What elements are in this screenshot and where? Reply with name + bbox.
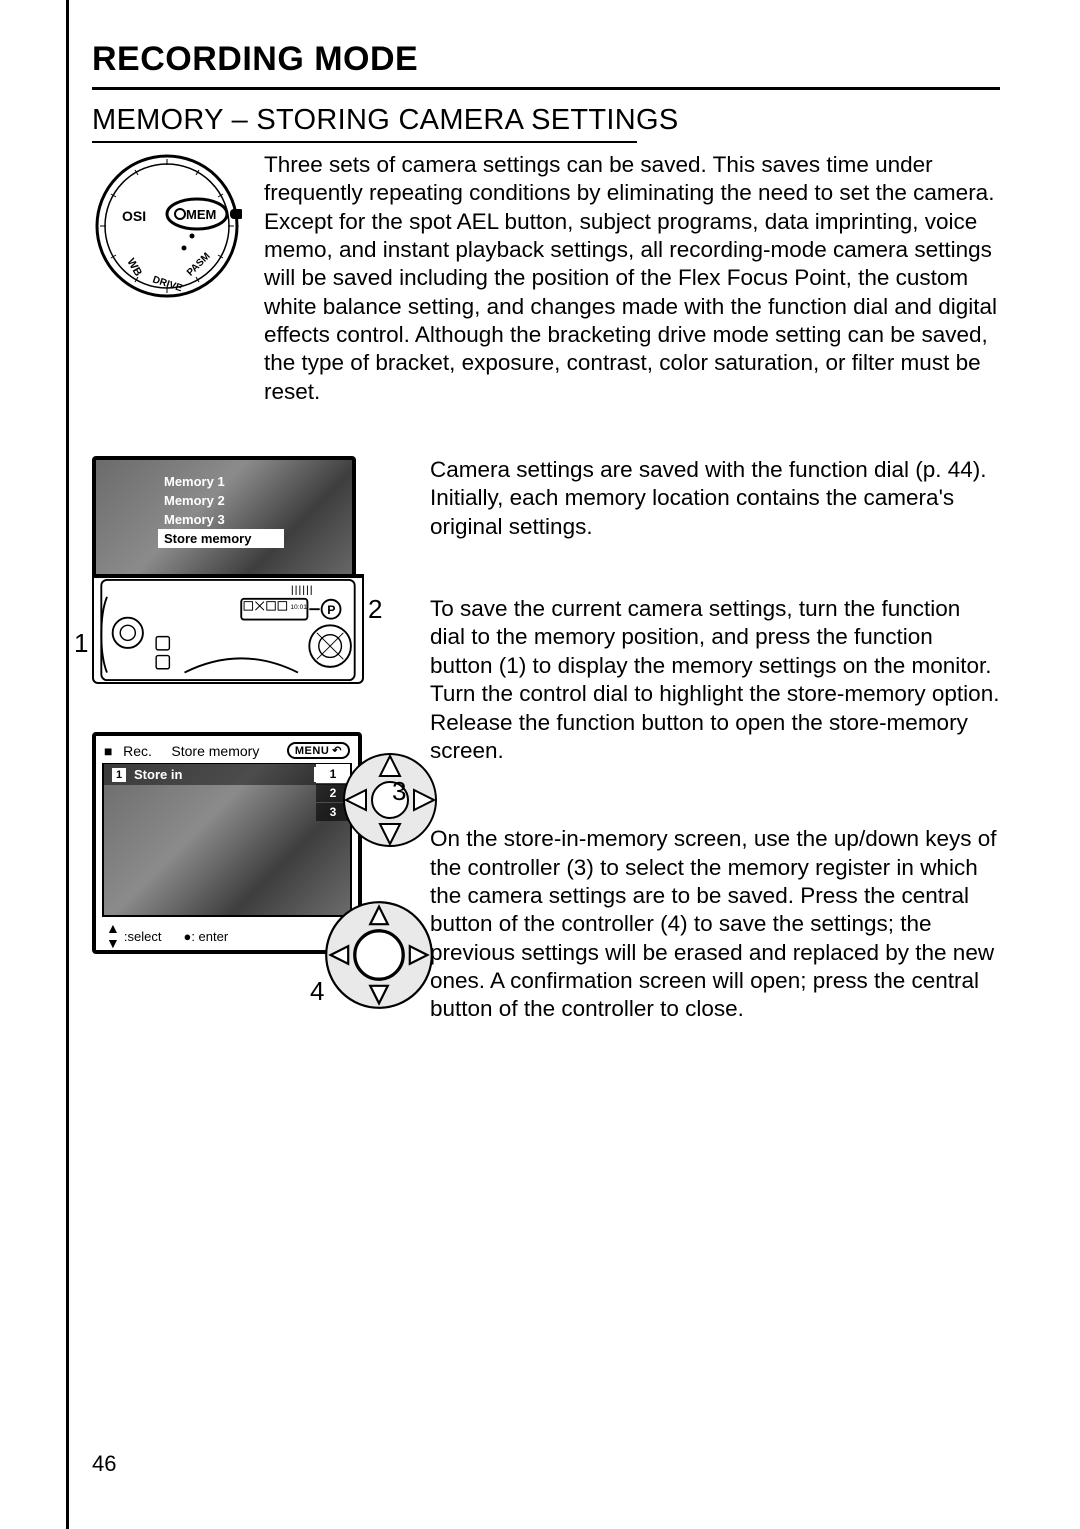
controller-dpad-4 <box>324 900 434 1010</box>
callout-4: 4 <box>310 976 324 1007</box>
lcd-menu-frame: Memory 1 Memory 2 Memory 3 Store memory <box>92 456 356 588</box>
menu-item-memory-2: Memory 2 <box>158 491 284 510</box>
dial-label-mem: MEM <box>186 207 216 222</box>
enter-hint: ●: enter <box>183 929 228 944</box>
page-title: RECORDING MODE <box>92 40 1000 79</box>
row-badge-1: 1 <box>112 768 126 782</box>
lcd-mode-indicator: P <box>327 603 335 617</box>
page-subtitle: MEMORY – STORING CAMERA SETTINGS <box>92 104 1000 137</box>
intro-paragraph: Three sets of camera settings can be sav… <box>264 151 1000 406</box>
mode-label: Rec. <box>123 743 152 759</box>
page-number: 46 <box>92 1451 116 1477</box>
store-in-label: Store in <box>134 767 314 782</box>
save-paragraph: To save the current camera settings, tur… <box>430 595 1000 765</box>
updown-icon: ▲▼ <box>106 920 120 951</box>
svg-text:10:01: 10:01 <box>290 604 307 611</box>
overview-paragraph: Camera settings are saved with the funct… <box>430 456 1000 541</box>
function-menu-diagram: Memory 1 Memory 2 Memory 3 Store memory <box>92 456 372 696</box>
store-memory-screen: ■ Rec. Store memory MENU↶ 1 Store in <box>92 732 362 954</box>
store-in-row: 1 Store in 1 <box>104 764 350 785</box>
dial-label-osi: OSI <box>122 208 146 224</box>
left-margin-rule <box>66 0 69 1529</box>
callout-3: 3 <box>392 776 406 807</box>
menu-item-memory-1: Memory 1 <box>158 472 284 491</box>
heading-rule <box>92 87 1000 90</box>
store-paragraph: On the store-in-memory screen, use the u… <box>430 825 1000 1023</box>
menu-item-memory-3: Memory 3 <box>158 510 284 529</box>
mode-dial-illustration: OSI MEM WB DRIVE PASM <box>92 151 242 301</box>
callout-2: 2 <box>368 594 382 625</box>
camera-top-illustration: 10:01 P <box>92 574 364 684</box>
select-hint: ▲▼ <box>106 921 120 951</box>
camera-icon: ■ <box>104 743 115 759</box>
subheading-rule <box>92 141 637 143</box>
dot-icon: ● <box>183 929 191 944</box>
screen-title: Store memory <box>171 743 259 759</box>
store-memory-diagram: ■ Rec. Store memory MENU↶ 1 Store in <box>92 732 402 1022</box>
controller-dpad-3 <box>340 750 440 850</box>
callout-1: 1 <box>74 628 88 659</box>
menu-item-store-memory: Store memory <box>158 529 284 548</box>
